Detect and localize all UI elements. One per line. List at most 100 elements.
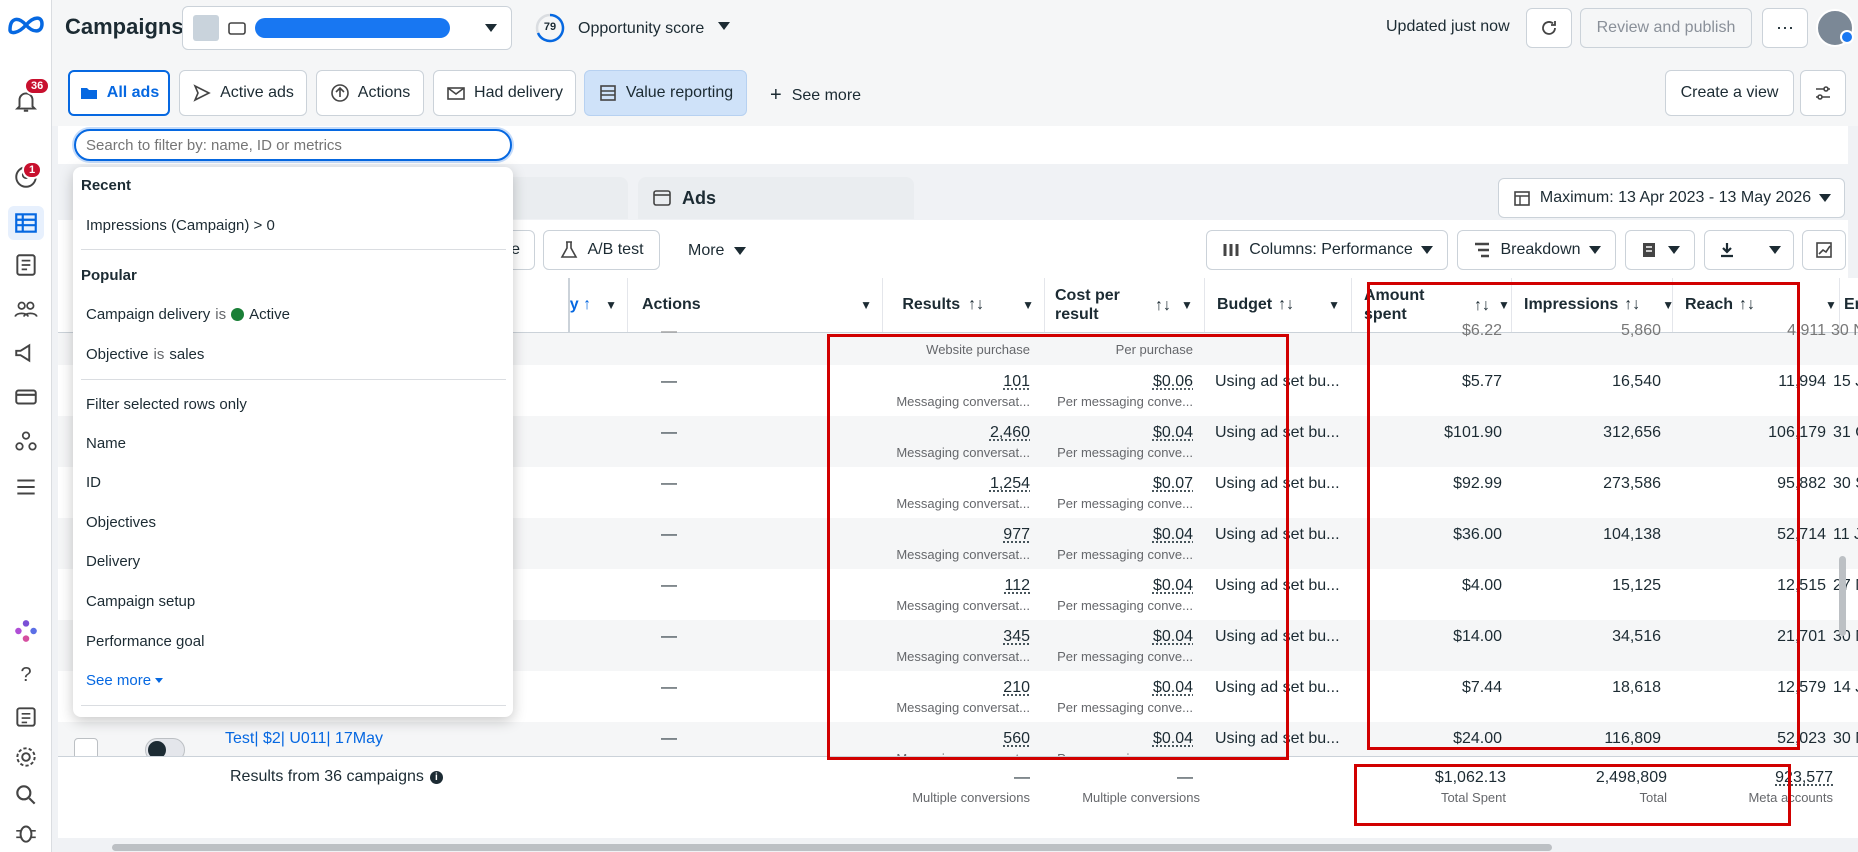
- date-range-label: Maximum: 13 Apr 2023 - 13 May 2026: [1540, 189, 1811, 207]
- line-chart-icon: [1814, 240, 1834, 260]
- see-more-link[interactable]: See more: [86, 672, 163, 689]
- column-header-budget[interactable]: Budget ↑↓ ▼: [1205, 278, 1352, 332]
- opportunity-score-value: 79: [535, 21, 565, 33]
- totals-cost-sub: Multiple conversions: [1053, 790, 1200, 805]
- filter-item-delivery[interactable]: Delivery: [86, 553, 140, 570]
- more-label: More: [688, 242, 724, 260]
- info-icon[interactable]: i: [430, 771, 443, 784]
- ads-panel-tab[interactable]: Ads: [638, 177, 914, 219]
- divider: [81, 379, 506, 380]
- search-input[interactable]: [74, 129, 512, 161]
- tab-actions[interactable]: Actions: [316, 70, 424, 116]
- tab-label: Active ads: [220, 84, 294, 102]
- search-icon[interactable]: [8, 778, 44, 812]
- report-grid-icon: [598, 83, 618, 103]
- chevron-down-icon: [1769, 246, 1781, 254]
- campaign-name-link[interactable]: Test| $2| U011| 17May: [225, 730, 383, 748]
- popular-item-objective[interactable]: Objective is sales: [86, 346, 204, 363]
- plus-icon: +: [770, 84, 782, 107]
- help-question-icon[interactable]: ?: [8, 658, 44, 692]
- all-tools-menu-icon[interactable]: [8, 470, 44, 504]
- chevron-down-icon: [1589, 246, 1601, 254]
- tab-active-ads[interactable]: Active ads: [179, 70, 307, 116]
- ellipsis-icon: ⋯: [1776, 18, 1794, 39]
- charts-button[interactable]: [1802, 230, 1846, 270]
- filter-item-id[interactable]: ID: [86, 474, 101, 491]
- actions-cell: —: [661, 323, 677, 341]
- events-manager-icon[interactable]: [8, 424, 44, 458]
- view-settings-button[interactable]: [1800, 70, 1846, 116]
- campaigns-table-icon[interactable]: [8, 206, 44, 240]
- filter-item-performance-goal[interactable]: Performance goal: [86, 633, 204, 650]
- settings-gear-icon[interactable]: [8, 740, 44, 774]
- filter-selected-rows[interactable]: Filter selected rows only: [86, 396, 247, 413]
- notification-count-badge: 36: [24, 77, 50, 95]
- account-type-icon: [227, 18, 247, 38]
- column-header-cost-per-result[interactable]: Cost per result ↑↓ ▼: [1045, 278, 1205, 332]
- active-status-icon: [231, 308, 244, 321]
- meta-logo-icon[interactable]: [6, 12, 46, 40]
- flask-icon: [559, 240, 579, 260]
- highlight-box-totals: [1354, 764, 1791, 826]
- pages-book-icon[interactable]: [8, 248, 44, 282]
- recent-filter-item[interactable]: Impressions (Campaign) > 0: [86, 217, 275, 234]
- ends-cell: 14 Jun: [1833, 679, 1858, 697]
- ends-cell: 15 Jul: [1833, 373, 1858, 391]
- column-header-results[interactable]: Results ↑↓ ▼: [883, 278, 1045, 332]
- tab-label: Actions: [358, 84, 410, 102]
- updated-status: Updated just now: [1386, 18, 1510, 36]
- left-sidebar: 36 1 ?: [0, 0, 52, 852]
- chevron-down-icon: [485, 24, 497, 32]
- actions-cell: —: [661, 475, 677, 493]
- search-suggestions-dropdown: Recent Impressions (Campaign) > 0 Popula…: [73, 167, 513, 717]
- popular-item-campaign-delivery[interactable]: Campaign delivery is Active: [86, 306, 290, 323]
- chevron-down-icon: [155, 678, 163, 683]
- refresh-icon: [1539, 18, 1559, 38]
- opportunity-score-label[interactable]: Opportunity score: [578, 20, 704, 38]
- tab-label: Had delivery: [474, 84, 563, 102]
- more-button[interactable]: More: [688, 242, 746, 260]
- filter-item-objectives[interactable]: Objectives: [86, 514, 156, 531]
- tab-see-more[interactable]: + See more: [770, 84, 861, 107]
- highlight-box-results: [827, 334, 1289, 760]
- sliders-icon: [1813, 83, 1833, 103]
- more-options-button[interactable]: ⋯: [1762, 8, 1808, 48]
- horizontal-scrollbar[interactable]: [112, 844, 1552, 851]
- actions-cell: —: [661, 628, 677, 646]
- ab-test-button[interactable]: A/B test: [543, 230, 660, 270]
- export-button[interactable]: [1704, 230, 1794, 270]
- chevron-down-icon: [734, 247, 746, 255]
- filter-item-name[interactable]: Name: [86, 435, 126, 452]
- account-selector[interactable]: [182, 6, 512, 50]
- review-publish-button[interactable]: Review and publish: [1580, 8, 1752, 48]
- tab-all-ads[interactable]: All ads: [68, 70, 170, 116]
- tab-value-reporting[interactable]: Value reporting: [584, 70, 747, 116]
- news-report-icon[interactable]: [8, 700, 44, 734]
- columns-icon: [1221, 240, 1241, 260]
- ends-cell: 30 Sep: [1833, 475, 1858, 493]
- create-view-button[interactable]: Create a view: [1665, 70, 1794, 116]
- totals-results: —: [893, 769, 1030, 787]
- column-header-partial[interactable]: y ↑ ▼: [513, 278, 628, 332]
- recent-heading: Recent: [81, 177, 131, 194]
- megaphone-icon[interactable]: [8, 336, 44, 370]
- refresh-button[interactable]: [1526, 8, 1572, 48]
- ends-cell: 11 Jul: [1833, 526, 1858, 544]
- folder-icon: [79, 83, 99, 103]
- ends-cell: 31 Oct: [1833, 424, 1858, 442]
- reports-button[interactable]: [1625, 230, 1695, 270]
- opportunity-score-ring[interactable]: 79: [535, 13, 565, 43]
- date-range-picker[interactable]: Maximum: 13 Apr 2023 - 13 May 2026: [1498, 178, 1845, 218]
- facebook-badge-icon: [1840, 30, 1854, 44]
- audiences-people-icon[interactable]: [8, 292, 44, 326]
- columns-performance-button[interactable]: Columns: Performance: [1206, 230, 1448, 270]
- meta-ai-icon[interactable]: [8, 614, 44, 648]
- bug-report-icon[interactable]: [8, 816, 44, 850]
- breakdown-button[interactable]: Breakdown: [1457, 230, 1616, 270]
- filter-item-campaign-setup[interactable]: Campaign setup: [86, 593, 195, 610]
- opportunity-chevron-down-icon[interactable]: [718, 22, 730, 30]
- tab-had-delivery[interactable]: Had delivery: [433, 70, 576, 116]
- vertical-scrollbar[interactable]: [1839, 556, 1846, 636]
- actions-cell: —: [661, 526, 677, 544]
- billing-card-icon[interactable]: [8, 380, 44, 414]
